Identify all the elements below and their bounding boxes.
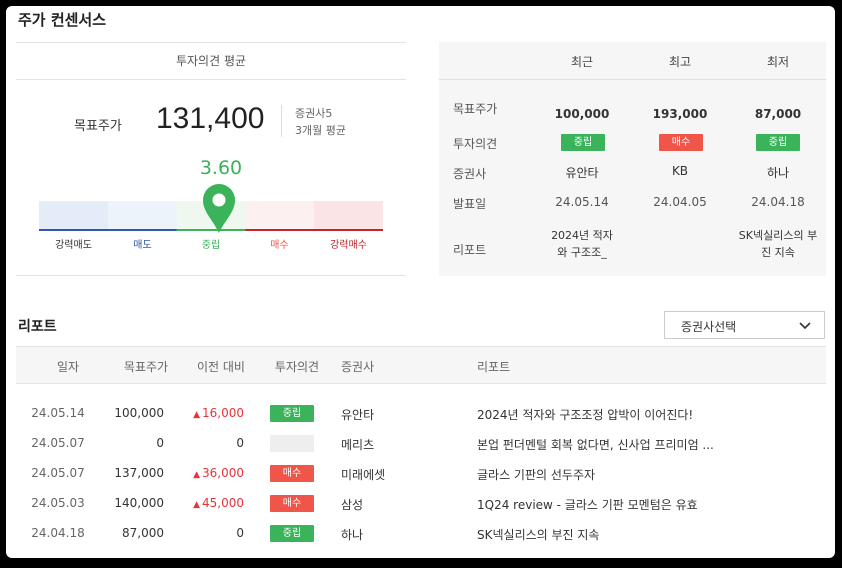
recent-opinion-badge: 중립 — [561, 134, 605, 151]
divider — [16, 275, 406, 276]
row-broker: 하나 — [341, 528, 364, 542]
avg-header: 투자의견 평균 — [175, 54, 247, 68]
table-row[interactable]: 24.05.07 137,000 ▲ 36,000 매수 미래에셋 글라스 기판의… — [16, 460, 826, 490]
recent-date: 24.05.14 — [555, 195, 609, 209]
target-value: 131,400 — [156, 102, 265, 135]
summary-table: 최근 최고 최저 목표주가 투자의견 증권사 발표일 리포트 100,000 중… — [439, 42, 826, 276]
col-date: 일자 — [56, 360, 80, 374]
gauge-label-strong-buy: 강력매수 — [330, 240, 367, 251]
high-broker: KB — [671, 164, 689, 178]
table-row[interactable]: 24.05.03 140,000 ▲ 45,000 매수 삼성 1Q24 revi… — [16, 490, 826, 520]
row-report-link[interactable]: 본업 펀더멘털 회복 없다면, 신사업 프리미엄 ... — [477, 436, 714, 453]
chevron-down-icon — [799, 322, 811, 330]
col-report: 리포트 — [477, 360, 511, 374]
row-report-link[interactable]: 1Q24 review - 글라스 기판 모멘텀은 유효 — [477, 496, 698, 513]
row-target: 0 — [156, 436, 164, 450]
row-change: 0 — [236, 526, 244, 540]
col-change: 이전 대비 — [197, 360, 245, 374]
reports-table-header: 일자 목표주가 이전 대비 투자의견 증권사 리포트 — [16, 346, 826, 384]
period-label: 3개월 평균 — [295, 124, 346, 137]
row-date: 24.05.03 — [31, 496, 85, 510]
summary-row-report: 리포트 — [453, 243, 487, 257]
gauge-segment-sell — [108, 201, 177, 231]
low-opinion-badge: 중립 — [756, 134, 800, 151]
low-report-link[interactable]: SK넥실리스의 부진 지속 — [738, 227, 818, 261]
section-title: 주가 컨센서스 — [18, 11, 107, 29]
row-date: 24.05.07 — [31, 436, 85, 450]
up-triangle-icon: ▲ — [193, 410, 200, 420]
high-target: 193,000 — [652, 107, 708, 121]
broker-select-label: 증권사선택 — [681, 320, 737, 334]
row-opinion-badge — [270, 435, 314, 452]
gauge-segment-strong-sell — [39, 201, 108, 231]
divider — [16, 42, 406, 43]
target-label: 목표주가 — [74, 119, 122, 134]
row-opinion-badge: 매수 — [270, 495, 314, 512]
summary-row-date: 발표일 — [453, 197, 487, 211]
divider — [16, 79, 406, 80]
broker-select[interactable]: 증권사선택 — [664, 311, 825, 339]
row-opinion-badge: 매수 — [270, 465, 314, 482]
low-broker: 하나 — [766, 166, 790, 180]
row-target: 87,000 — [122, 526, 164, 540]
row-date: 24.04.18 — [31, 526, 85, 540]
up-triangle-icon: ▲ — [193, 470, 200, 480]
table-row[interactable]: 24.04.18 87,000 0 중립 하나 SK넥실리스의 부진 지속 — [16, 520, 826, 550]
row-change: 0 — [236, 436, 244, 450]
row-target: 137,000 — [114, 466, 164, 480]
low-target: 87,000 — [754, 107, 802, 121]
score-value: 3.60 — [199, 157, 243, 179]
gauge-segment-strong-buy — [314, 201, 383, 231]
map-pin-icon — [203, 184, 235, 233]
row-target: 100,000 — [114, 406, 164, 420]
summary-row-opinion: 투자의견 — [453, 137, 498, 151]
recent-broker: 유안타 — [565, 166, 599, 180]
low-date: 24.04.18 — [751, 195, 805, 209]
gauge-label-strong-sell: 강력매도 — [55, 240, 92, 251]
recent-target: 100,000 — [554, 107, 610, 121]
divider — [439, 79, 826, 80]
summary-col-high: 최고 — [668, 55, 692, 69]
row-date: 24.05.07 — [31, 466, 85, 480]
col-broker: 증권사 — [341, 360, 375, 374]
table-row[interactable]: 24.05.14 100,000 ▲ 16,000 중립 유안타 2024년 적자… — [16, 400, 826, 430]
summary-col-low: 최저 — [766, 55, 790, 69]
row-broker: 메리츠 — [341, 438, 375, 452]
table-row[interactable]: 24.05.07 0 0 메리츠 본업 펀더멘털 회복 없다면, 신사업 프리미… — [16, 430, 826, 460]
row-broker: 유안타 — [341, 408, 375, 422]
row-opinion-badge: 중립 — [270, 525, 314, 542]
up-triangle-icon: ▲ — [193, 500, 200, 510]
divider — [281, 105, 282, 137]
col-opinion: 투자의견 — [274, 360, 320, 374]
row-opinion-badge: 중립 — [270, 405, 314, 422]
row-report-link[interactable]: 2024년 적자와 구조조정 압박이 이어진다! — [477, 406, 693, 423]
row-broker: 삼성 — [341, 498, 364, 512]
gauge-label-buy: 매수 — [270, 240, 289, 251]
brokers-count: 증권사5 — [295, 107, 333, 120]
summary-col-recent: 최근 — [570, 55, 594, 69]
gauge-label-neutral: 중립 — [201, 240, 221, 251]
row-broker: 미래에셋 — [341, 468, 386, 482]
col-target: 목표주가 — [123, 360, 169, 374]
row-report-link[interactable]: 글라스 기판의 선두주자 — [477, 466, 595, 483]
summary-row-broker: 증권사 — [453, 167, 487, 181]
high-date: 24.04.05 — [653, 195, 707, 209]
consensus-card: 주가 컨센서스 투자의견 평균 목표주가 131,400 증권사5 3개월 평균… — [6, 6, 835, 558]
gauge-label-sell: 매도 — [133, 240, 152, 251]
high-opinion-badge: 매수 — [659, 134, 703, 151]
gauge-segment-buy — [245, 201, 314, 231]
row-date: 24.05.14 — [31, 406, 85, 420]
reports-title: 리포트 — [18, 319, 57, 335]
row-target: 140,000 — [114, 496, 164, 510]
row-report-link[interactable]: SK넥실리스의 부진 지속 — [477, 526, 599, 543]
row-change: ▲ 16,000 — [193, 406, 244, 420]
summary-row-target: 목표주가 — [453, 102, 498, 116]
recent-report-link[interactable]: 2024년 적자와 구조조_ — [547, 227, 617, 261]
row-change: ▲ 36,000 — [193, 466, 244, 480]
row-change: ▲ 45,000 — [193, 496, 244, 510]
